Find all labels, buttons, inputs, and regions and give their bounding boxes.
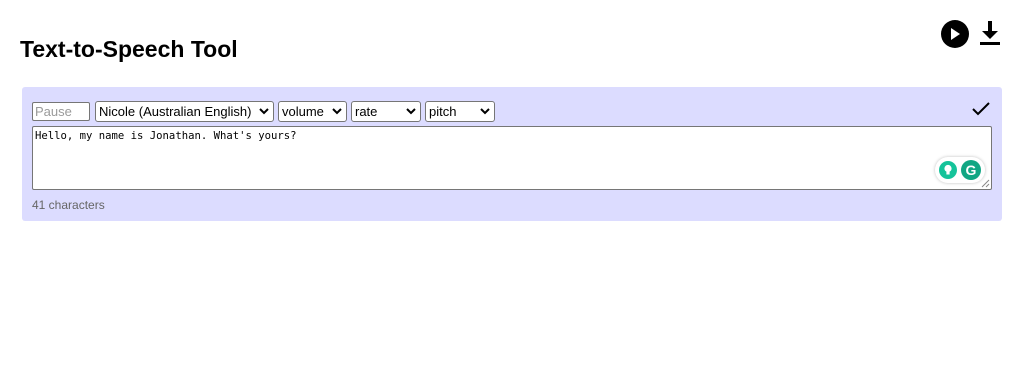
- pause-input[interactable]: [32, 102, 90, 121]
- resize-handle-icon[interactable]: [981, 179, 990, 188]
- chevron-down-icon: [480, 108, 490, 115]
- rate-select-value: rate: [355, 104, 378, 119]
- chevron-down-icon: [332, 108, 342, 115]
- chevron-down-icon: [259, 108, 269, 115]
- lightbulb-glyph-icon: [944, 164, 952, 175]
- speech-text: Hello, my name is Jonathan. What's yours…: [35, 130, 297, 142]
- page: Text-to-Speech Tool Nicole (Australian E…: [0, 0, 1024, 375]
- page-title: Text-to-Speech Tool: [20, 36, 238, 62]
- checkmark-icon[interactable]: [972, 101, 990, 117]
- volume-select-value: volume: [282, 104, 324, 119]
- pitch-select[interactable]: pitch: [425, 101, 495, 122]
- play-button[interactable]: [941, 20, 969, 48]
- lightbulb-icon[interactable]: [939, 161, 957, 179]
- controls-row: Nicole (Australian English) volume rate …: [32, 101, 495, 122]
- grammarly-logo-icon[interactable]: G: [961, 160, 981, 180]
- voice-select-value: Nicole (Australian English): [99, 104, 252, 119]
- speech-panel: Nicole (Australian English) volume rate …: [22, 87, 1002, 221]
- character-count: 41 characters: [32, 198, 105, 212]
- grammarly-widget[interactable]: G: [935, 157, 985, 183]
- download-icon[interactable]: [979, 20, 1001, 46]
- speech-text-area[interactable]: Hello, my name is Jonathan. What's yours…: [32, 126, 992, 190]
- chevron-down-icon: [406, 108, 416, 115]
- top-actions: [941, 20, 1001, 48]
- volume-select[interactable]: volume: [278, 101, 347, 122]
- voice-select[interactable]: Nicole (Australian English): [95, 101, 274, 122]
- pitch-select-value: pitch: [429, 104, 457, 119]
- play-icon: [951, 28, 960, 40]
- grammarly-logo-letter: G: [965, 162, 977, 178]
- rate-select[interactable]: rate: [351, 101, 421, 122]
